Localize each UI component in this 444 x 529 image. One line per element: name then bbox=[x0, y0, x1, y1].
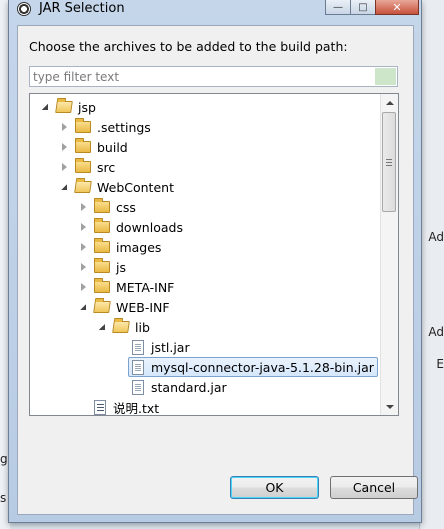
tree-item-label: WebContent bbox=[97, 179, 174, 195]
expand-toggle-icon[interactable] bbox=[78, 242, 88, 252]
expand-toggle-icon[interactable] bbox=[78, 282, 88, 292]
tree-item-mysql-connector-jar[interactable]: mysql-connector-java-5.1.28-bin.jar bbox=[128, 357, 378, 377]
folder-open-icon bbox=[93, 301, 111, 313]
folder-icon bbox=[75, 158, 91, 173]
tree-item-label: js bbox=[116, 259, 126, 275]
background-text-fragment: s bbox=[0, 491, 7, 505]
tree-item-build[interactable]: build bbox=[59, 137, 128, 157]
folder-icon bbox=[94, 238, 110, 253]
dialog-prompt: Choose the archives to be added to the b… bbox=[29, 39, 348, 54]
folder-open-icon bbox=[74, 181, 92, 193]
eclipse-icon bbox=[17, 2, 31, 16]
text-file-icon bbox=[94, 399, 106, 415]
tree-item-label: css bbox=[116, 199, 136, 215]
tree-item-label: mysql-connector-java-5.1.28-bin.jar bbox=[151, 359, 374, 375]
expand-toggle-icon[interactable] bbox=[40, 102, 50, 112]
jar-file-icon bbox=[132, 379, 144, 395]
expand-toggle-icon[interactable] bbox=[59, 122, 69, 132]
tree-item-label: images bbox=[116, 239, 162, 255]
tree-item-js[interactable]: js bbox=[78, 257, 126, 277]
tree-item-label: build bbox=[97, 139, 128, 155]
folder-icon bbox=[75, 118, 91, 133]
tree-item-label: src bbox=[97, 159, 116, 175]
dialog-body: Choose the archives to be added to the b… bbox=[17, 25, 418, 515]
maximize-button[interactable]: □ bbox=[350, 0, 376, 15]
tree-item-label: downloads bbox=[116, 219, 183, 235]
filter-input[interactable] bbox=[30, 67, 376, 86]
tree-item-meta-inf[interactable]: META-INF bbox=[78, 277, 174, 297]
expand-toggle-icon[interactable] bbox=[78, 302, 88, 312]
tree-item-src[interactable]: src bbox=[59, 157, 115, 177]
folder-icon bbox=[94, 198, 110, 213]
expand-toggle-icon[interactable] bbox=[78, 202, 88, 212]
folder-icon bbox=[94, 258, 110, 273]
folder-open-icon bbox=[55, 101, 73, 113]
jar-file-icon bbox=[132, 339, 144, 355]
background-app-right bbox=[419, 0, 444, 529]
tree-item-label: standard.jar bbox=[151, 379, 227, 395]
jar-file-icon bbox=[132, 359, 144, 375]
tree-item-jstl-jar[interactable]: jstl.jar bbox=[132, 337, 190, 357]
tree-item-label: lib bbox=[135, 319, 150, 335]
minimize-icon: — bbox=[333, 1, 343, 13]
folder-icon bbox=[94, 218, 110, 233]
folder-icon bbox=[75, 138, 91, 153]
expand-toggle-icon[interactable] bbox=[78, 262, 88, 272]
background-text-fragment: Ad bbox=[428, 230, 444, 244]
maximize-icon: □ bbox=[358, 1, 368, 13]
tree-item-webcontent[interactable]: WebContent bbox=[59, 177, 174, 197]
jar-selection-dialog: JAR Selection — □ ✕ Choose the archives … bbox=[8, 0, 422, 523]
tree-item-settings[interactable]: .settings bbox=[59, 117, 151, 137]
expand-toggle-icon[interactable] bbox=[59, 162, 69, 172]
ok-button[interactable]: OK bbox=[230, 476, 319, 499]
tree-item-label: jstl.jar bbox=[151, 339, 190, 355]
vertical-scrollbar[interactable] bbox=[380, 94, 398, 415]
tree-item-images[interactable]: images bbox=[78, 237, 161, 257]
window-title: JAR Selection bbox=[39, 1, 125, 16]
background-text-fragment: E bbox=[436, 357, 444, 371]
tree-item-downloads[interactable]: downloads bbox=[78, 217, 183, 237]
caption-buttons: — □ ✕ bbox=[325, 0, 419, 15]
cancel-button[interactable]: Cancel bbox=[330, 476, 418, 499]
selection-highlight[interactable]: mysql-connector-java-5.1.28-bin.jar bbox=[128, 357, 378, 377]
tree-item-standard-jar[interactable]: standard.jar bbox=[132, 377, 227, 397]
tree-item-web-inf[interactable]: WEB-INF bbox=[78, 297, 170, 317]
filter-field[interactable] bbox=[29, 66, 398, 87]
grip-icon bbox=[386, 158, 392, 166]
expand-toggle-icon[interactable] bbox=[59, 182, 69, 192]
archive-tree[interactable]: jsp .settings build src WebContent css d… bbox=[29, 93, 399, 416]
folder-icon bbox=[94, 278, 110, 293]
clear-filter-icon[interactable] bbox=[375, 68, 396, 85]
close-button[interactable]: ✕ bbox=[375, 0, 419, 15]
tree-item-label: jsp bbox=[78, 99, 96, 115]
folder-open-icon bbox=[112, 321, 130, 333]
expand-toggle-icon[interactable] bbox=[59, 142, 69, 152]
tree-item-label: META-INF bbox=[116, 279, 175, 295]
tree-item-label: 说明.txt bbox=[113, 400, 160, 416]
expand-toggle-icon[interactable] bbox=[78, 222, 88, 232]
scroll-up-arrow-icon[interactable] bbox=[381, 94, 398, 111]
tree-item-label: .settings bbox=[97, 119, 151, 135]
expand-toggle-icon[interactable] bbox=[97, 322, 107, 332]
tree-item-readme-txt[interactable]: 说明.txt bbox=[94, 397, 160, 416]
background-text-fragment: Ad bbox=[428, 325, 444, 339]
tree-item-jsp[interactable]: jsp bbox=[40, 97, 96, 117]
close-icon: ✕ bbox=[392, 0, 402, 14]
tree-item-label: WEB-INF bbox=[116, 299, 170, 315]
scroll-thumb[interactable] bbox=[382, 112, 396, 212]
minimize-button[interactable]: — bbox=[325, 0, 351, 15]
tree-item-css[interactable]: css bbox=[78, 197, 136, 217]
tree-item-lib[interactable]: lib bbox=[97, 317, 150, 337]
title-bar[interactable]: JAR Selection — □ ✕ bbox=[9, 0, 421, 20]
scroll-down-arrow-icon[interactable] bbox=[381, 398, 398, 415]
